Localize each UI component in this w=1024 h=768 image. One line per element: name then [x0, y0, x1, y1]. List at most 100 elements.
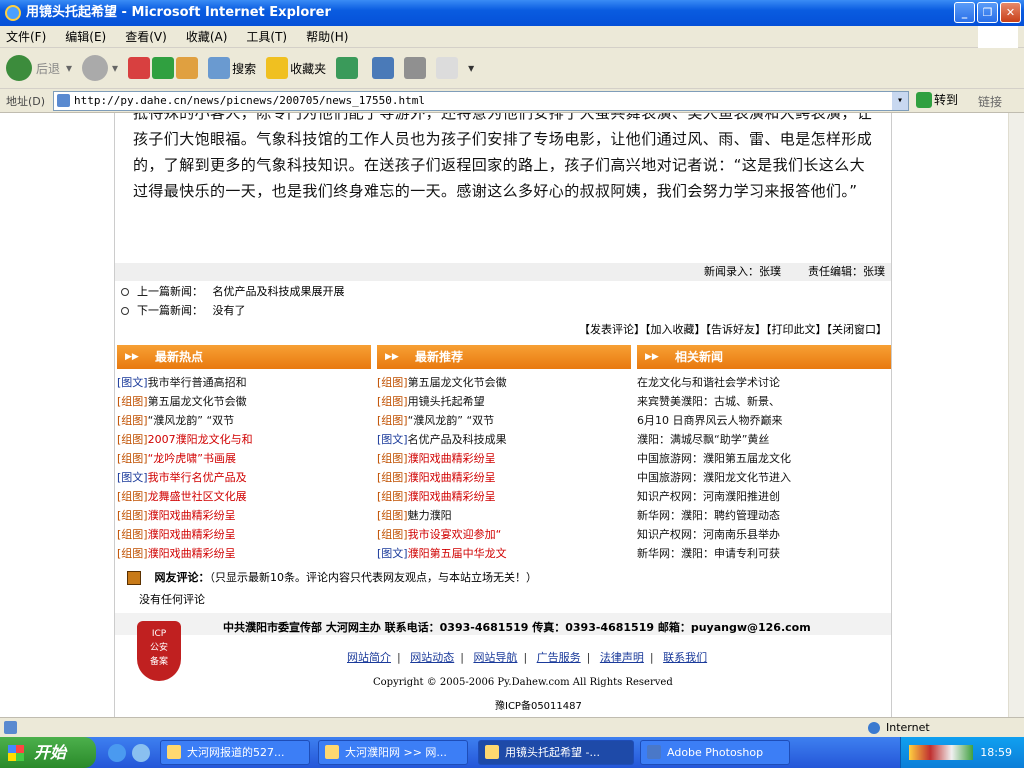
news-title-link[interactable]: 知识产权网：河南南乐县举办 [637, 528, 780, 541]
news-list-item[interactable]: 新华网：濮阳：申请专利可获 [637, 544, 891, 563]
news-list-item[interactable]: [组图]濮阳戏曲精彩纷呈 [377, 487, 631, 506]
news-list-item[interactable]: 知识产权网：河南濮阳推进创 [637, 487, 891, 506]
news-title-link[interactable]: 龙舞盛世社区文化展 [148, 490, 247, 503]
edit-icon[interactable] [436, 57, 459, 79]
search-button[interactable]: 搜索 [208, 57, 256, 79]
news-title-link[interactable]: 魅力濮阳 [408, 509, 452, 522]
news-list-item[interactable]: [组图]2007濮阳龙文化与和 [117, 430, 371, 449]
news-title-link[interactable]: 我市设宴欢迎参加“ [408, 528, 502, 541]
maximize-button[interactable]: ❐ [977, 2, 998, 23]
news-title-link[interactable]: 6月10 日商界风云人物乔巅来 [637, 414, 783, 427]
news-title-link[interactable]: 我市举行普通高招和 [148, 376, 247, 389]
task-item-active[interactable]: 用镜头托起希望 -... [478, 740, 634, 765]
news-list-item[interactable]: 6月10 日商界风云人物乔巅来 [637, 411, 891, 430]
news-title-link[interactable]: 濮阳戏曲精彩纷呈 [148, 547, 236, 560]
news-title-link[interactable]: 知识产权网：河南濮阳推进创 [637, 490, 780, 503]
footer-link-news[interactable]: 网站动态 [410, 651, 454, 664]
news-list-item[interactable]: [组图]我市设宴欢迎参加“ [377, 525, 631, 544]
forward-button[interactable]: ▾ [82, 55, 118, 81]
desktop-quicklaunch-icon[interactable] [132, 744, 150, 762]
news-list-item[interactable]: [组图]濮阳戏曲精彩纷呈 [117, 506, 371, 525]
news-title-link[interactable]: 中国旅游网：濮阳第五届龙文化 [637, 452, 791, 465]
address-input[interactable]: http://py.dahe.cn/news/picnews/200705/ne… [53, 91, 909, 111]
news-list-item[interactable]: 来宾赞美濮阳：古城、新景、 [637, 392, 891, 411]
stop-icon[interactable] [128, 57, 151, 79]
news-title-link[interactable]: 中国旅游网：濮阳龙文化节进入 [637, 471, 791, 484]
news-title-link[interactable]: 濮阳戏曲精彩纷呈 [408, 452, 496, 465]
icp-badge[interactable]: ICP 公安 备案 [137, 621, 181, 681]
print-icon[interactable] [404, 57, 427, 79]
news-title-link[interactable]: 名优产品及科技成果 [408, 433, 507, 446]
back-button[interactable]: 后退 ▾ [6, 55, 72, 81]
news-title-link[interactable]: “濮风龙韵” “双节 [408, 414, 495, 427]
footer-link-contact[interactable]: 联系我们 [663, 651, 707, 664]
minimize-button[interactable]: _ [954, 2, 975, 23]
news-title-link[interactable]: 我市举行名优产品及 [148, 471, 247, 484]
news-title-link[interactable]: 2007濮阳龙文化与和 [148, 433, 253, 446]
news-list-item[interactable]: [组图]第五届龙文化节会徽 [377, 373, 631, 392]
menu-tools[interactable]: 工具(T) [246, 28, 287, 45]
footer-link-about[interactable]: 网站简介 [347, 651, 391, 664]
news-list-item[interactable]: 新华网：濮阳：聘约管理动态 [637, 506, 891, 525]
news-list-item[interactable]: [组图]濮阳戏曲精彩纷呈 [377, 468, 631, 487]
news-title-link[interactable]: 濮阳戏曲精彩纷呈 [148, 509, 236, 522]
go-button[interactable]: 转到 [916, 91, 958, 108]
article-actions[interactable]: 【发表评论】【加入收藏】【告诉好友】【打印此文】【关闭窗口】 [579, 321, 887, 337]
favorites-button[interactable]: 收藏夹 [266, 57, 326, 79]
news-title-link[interactable]: 新华网：濮阳：申请专利可获 [637, 547, 780, 560]
news-list-item[interactable]: [图文]我市举行名优产品及 [117, 468, 371, 487]
news-title-link[interactable]: 在龙文化与和谐社会学术讨论 [637, 376, 780, 389]
ie-quicklaunch-icon[interactable] [108, 744, 126, 762]
news-title-link[interactable]: “龙吟虎啸”书画展 [148, 452, 236, 465]
news-list-item[interactable]: 中国旅游网：濮阳第五届龙文化 [637, 449, 891, 468]
links-button[interactable]: 链接 [978, 93, 1002, 110]
news-title-link[interactable]: 用镜头托起希望 [408, 395, 485, 408]
news-title-link[interactable]: “濮风龙韵” “双节 [148, 414, 235, 427]
task-item[interactable]: Adobe Photoshop [640, 740, 790, 765]
title-bar[interactable]: 用镜头托起希望 - Microsoft Internet Explorer _ … [0, 0, 1024, 26]
news-list-item[interactable]: [组图]濮阳戏曲精彩纷呈 [117, 544, 371, 563]
news-list-item[interactable]: 中国旅游网：濮阳龙文化节进入 [637, 468, 891, 487]
refresh-icon[interactable] [152, 57, 175, 79]
news-list-item[interactable]: [组图]“龙吟虎啸”书画展 [117, 449, 371, 468]
home-icon[interactable] [176, 57, 199, 79]
news-title-link[interactable]: 濮阳第五届中华龙文 [408, 547, 507, 560]
news-list-item[interactable]: [组图]濮阳戏曲精彩纷呈 [117, 525, 371, 544]
news-title-link[interactable]: 濮阳：满城尽飘“助学”黄丝 [637, 433, 769, 446]
news-list-item[interactable]: [组图]濮阳戏曲精彩纷呈 [377, 449, 631, 468]
icp-number[interactable]: 豫ICP备05011487 [495, 697, 582, 712]
news-list-item[interactable]: [图文]名优产品及科技成果 [377, 430, 631, 449]
menu-view[interactable]: 查看(V) [125, 28, 167, 45]
more-chevron-icon[interactable]: ▾ [468, 61, 474, 75]
address-dropdown-icon[interactable]: ▾ [892, 92, 908, 110]
task-item[interactable]: 大河网报道的527... [160, 740, 310, 765]
footer-link-legal[interactable]: 法律声明 [600, 651, 644, 664]
vertical-scrollbar[interactable] [1008, 113, 1024, 717]
news-title-link[interactable]: 濮阳戏曲精彩纷呈 [408, 490, 496, 503]
mail-icon[interactable] [372, 57, 395, 79]
news-list-item[interactable]: [组图]“濮风龙韵” “双节 [117, 411, 371, 430]
news-list-item[interactable]: [组图]魅力濮阳 [377, 506, 631, 525]
footer-link-nav[interactable]: 网站导航 [473, 651, 517, 664]
footer-link-ads[interactable]: 广告服务 [537, 651, 581, 664]
next-news-link[interactable]: 没有了 [213, 304, 246, 317]
news-title-link[interactable]: 濮阳戏曲精彩纷呈 [148, 528, 236, 541]
menu-file[interactable]: 文件(F) [6, 28, 46, 45]
close-button[interactable]: ✕ [1000, 2, 1021, 23]
menu-help[interactable]: 帮助(H) [306, 28, 348, 45]
news-list-item[interactable]: [组图]用镜头托起希望 [377, 392, 631, 411]
news-list-item[interactable]: [组图]第五届龙文化节会徽 [117, 392, 371, 411]
news-list-item[interactable]: [图文]我市举行普通高招和 [117, 373, 371, 392]
start-button[interactable]: 开始 [0, 737, 96, 768]
news-list-item[interactable]: 在龙文化与和谐社会学术讨论 [637, 373, 891, 392]
news-list-item[interactable]: [图文]濮阳第五届中华龙文 [377, 544, 631, 563]
menu-edit[interactable]: 编辑(E) [65, 28, 106, 45]
news-title-link[interactable]: 新华网：濮阳：聘约管理动态 [637, 509, 780, 522]
news-list-item[interactable]: 濮阳：满城尽飘“助学”黄丝 [637, 430, 891, 449]
history-icon[interactable] [336, 57, 359, 79]
news-title-link[interactable]: 来宾赞美濮阳：古城、新景、 [637, 395, 780, 408]
tray-icons[interactable] [909, 745, 973, 760]
prev-news-link[interactable]: 名优产品及科技成果展开展 [213, 285, 345, 298]
news-list-item[interactable]: [组图]“濮风龙韵” “双节 [377, 411, 631, 430]
menu-favorites[interactable]: 收藏(A) [186, 28, 228, 45]
